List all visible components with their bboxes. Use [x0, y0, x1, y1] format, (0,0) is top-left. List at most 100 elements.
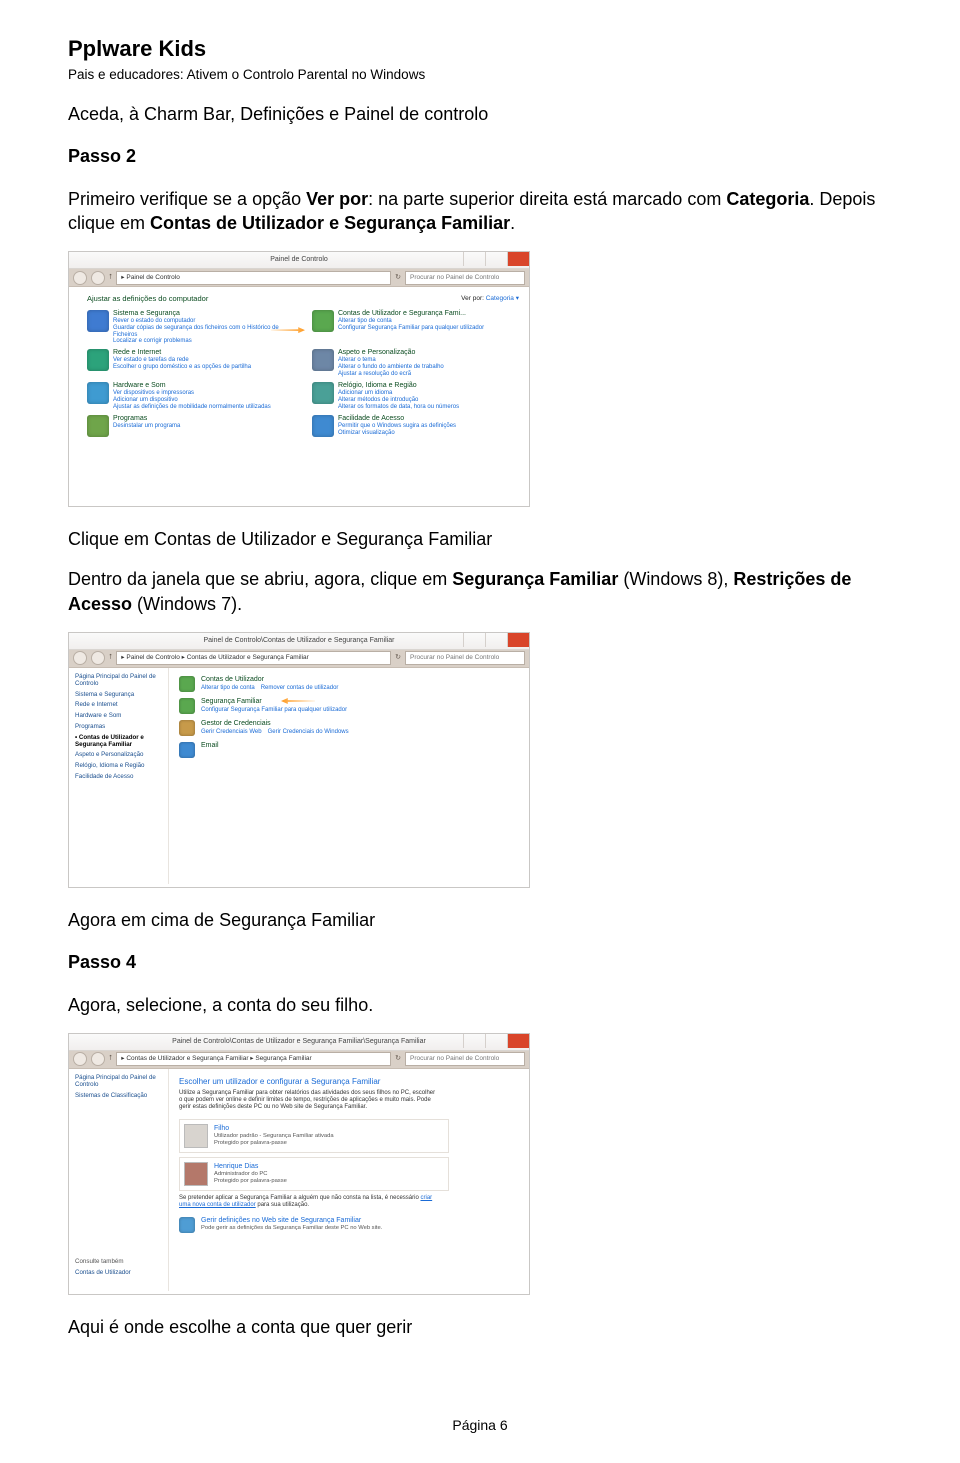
category-link[interactable]: Ver estado e tarefas da rede [113, 357, 251, 364]
refresh-icon[interactable]: ↻ [395, 1055, 401, 1063]
category-link[interactable]: Alterar os formatos de data, hora ou núm… [338, 404, 459, 411]
breadcrumb[interactable]: ▸ Contas de Utilizador e Segurança Famil… [116, 1052, 391, 1066]
category-icon [312, 415, 334, 437]
ua-item[interactable]: Segurança FamiliarConfigurar Segurança F… [179, 698, 519, 714]
view-by[interactable]: Ver por: Categoria ▾ [461, 295, 519, 304]
category-link[interactable]: Desinstalar um programa [113, 423, 180, 430]
up-icon[interactable]: ⭡ [109, 654, 112, 662]
category-icon [87, 382, 109, 404]
caption-2: Agora em cima de Segurança Familiar [68, 908, 892, 932]
category-link[interactable]: Ajustar as definições de mobilidade norm… [113, 404, 271, 411]
sidebar-item[interactable]: Facilidade de Acesso [75, 774, 162, 781]
sidebar-item[interactable]: Hardware e Som [75, 713, 162, 720]
sidebar-item[interactable]: Rede e Internet [75, 702, 162, 709]
ua-item[interactable]: Email [179, 742, 519, 758]
web-settings-row[interactable]: Gerir definições no Web site de Seguranç… [179, 1217, 459, 1233]
category-link[interactable]: Permitir que o Windows sugira as definiç… [338, 423, 456, 430]
category-title: Hardware e Som [113, 382, 271, 390]
ua-link[interactable]: Configurar Segurança Familiar para qualq… [201, 707, 347, 714]
p2-a: Primeiro verifique se a opção [68, 189, 306, 209]
search-input[interactable]: Procurar no Painel de Controlo [405, 271, 525, 285]
up-icon[interactable]: ⭡ [109, 274, 112, 282]
category-link[interactable]: Configurar Segurança Familiar para qualq… [338, 325, 484, 332]
window-title: Painel de Controlo\Contas de Utilizador … [172, 1038, 426, 1045]
category-item[interactable]: Sistema e SegurançaRever o estado do com… [87, 310, 294, 346]
ua-link[interactable]: Gerir Credenciais Web [201, 729, 262, 736]
ua-title: Contas de Utilizador [201, 676, 344, 684]
search-input[interactable]: Procurar no Painel de Controlo [405, 651, 525, 665]
window-title: Painel de Controlo [270, 256, 328, 263]
category-link[interactable]: Escolher o grupo doméstico e as opções d… [113, 364, 251, 371]
back-icon[interactable] [73, 271, 87, 285]
back-icon[interactable] [73, 1052, 87, 1066]
category-item[interactable]: Facilidade de AcessoPermitir que o Windo… [312, 415, 519, 437]
ua-item[interactable]: Contas de UtilizadorAlterar tipo de cont… [179, 676, 519, 692]
breadcrumb[interactable]: ▸ Painel de Controlo ▸ Contas de Utiliza… [116, 651, 391, 665]
category-item[interactable]: Aspeto e PersonalizaçãoAlterar o temaAlt… [312, 349, 519, 378]
category-link[interactable]: Alterar o fundo do ambiente de trabalho [338, 364, 444, 371]
ua-link[interactable]: Gerir Credenciais do Windows [268, 729, 349, 736]
avatar [184, 1124, 208, 1148]
p2-d: Categoria [726, 189, 809, 209]
category-link[interactable]: Alterar o tema [338, 357, 444, 364]
sidebar-item[interactable]: Sistemas de Classificação [75, 1093, 162, 1100]
page-footer: Página 6 [0, 1416, 960, 1435]
sidebar-item[interactable]: • Contas de Utilizador e Segurança Famil… [75, 735, 162, 749]
category-link[interactable]: Otimizar visualização [338, 430, 456, 437]
sidebar-item[interactable]: Página Principal do Painel de Controlo [75, 1075, 162, 1089]
step-2-heading: Passo 2 [68, 144, 892, 168]
category-link[interactable]: Ajustar a resolução do ecrã [338, 371, 444, 378]
category-item[interactable]: Rede e InternetVer estado e tarefas da r… [87, 349, 294, 378]
screenshot-user-accounts: Painel de Controlo\Contas de Utilizador … [68, 632, 530, 888]
ua-link[interactable]: Alterar tipo de conta [201, 685, 255, 692]
p3-c: (Windows 8), [618, 569, 733, 589]
category-link[interactable]: Guardar cópias de segurança dos ficheiro… [113, 325, 294, 339]
category-item[interactable]: ProgramasDesinstalar um programa [87, 415, 294, 437]
refresh-icon[interactable]: ↻ [395, 654, 401, 662]
ua-link[interactable]: Remover contas de utilizador [261, 685, 339, 692]
web-settings-sub: Pode gerir as definições da Segurança Fa… [201, 1225, 382, 1232]
category-link[interactable]: Alterar métodos de introdução [338, 397, 459, 404]
category-link[interactable]: Ver dispositivos e impressoras [113, 390, 271, 397]
ua-title: Email [201, 742, 219, 750]
p2-f: Contas de Utilizador e Segurança Familia… [150, 213, 510, 233]
refresh-icon[interactable]: ↻ [395, 274, 401, 282]
user-sub: Protegido por palavra-passe [214, 1140, 334, 1147]
category-link[interactable]: Adicionar um dispositivo [113, 397, 271, 404]
sidebar-item[interactable]: Página Principal do Painel de Controlo [75, 674, 162, 688]
forward-icon[interactable] [91, 1052, 105, 1066]
sidebar-item[interactable]: Aspeto e Personalização [75, 752, 162, 759]
fs-description: Utilize a Segurança Familiar para obter … [179, 1090, 439, 1111]
user-name: Filho [214, 1125, 334, 1133]
site-title: Pplware Kids [68, 34, 892, 64]
category-item[interactable]: Contas de Utilizador e Segurança Fami...… [312, 310, 519, 346]
breadcrumb[interactable]: ▸ Painel de Controlo [116, 271, 391, 285]
p3-b: Segurança Familiar [452, 569, 618, 589]
see-also-link[interactable]: Contas de Utilizador [75, 1270, 131, 1277]
user-row[interactable]: Henrique DiasAdministrador do PCProtegid… [179, 1157, 449, 1191]
back-icon[interactable] [73, 651, 87, 665]
forward-icon[interactable] [91, 651, 105, 665]
user-row[interactable]: FilhoUtilizador padrão - Segurança Famil… [179, 1119, 449, 1153]
category-title: Facilidade de Acesso [338, 415, 456, 423]
forward-icon[interactable] [91, 271, 105, 285]
p3-a: Dentro da janela que se abriu, agora, cl… [68, 569, 452, 589]
category-link[interactable]: Adicionar um idioma [338, 390, 459, 397]
category-link[interactable]: Localizar e corrigir problemas [113, 338, 294, 345]
sidebar-item[interactable]: Programas [75, 724, 162, 731]
window-buttons [463, 633, 529, 647]
user-sub: Protegido por palavra-passe [214, 1178, 287, 1185]
category-icon [312, 310, 334, 332]
category-link[interactable]: Alterar tipo de conta [338, 318, 484, 325]
sidebar-item[interactable]: Relógio, Idioma e Região [75, 763, 162, 770]
category-link[interactable]: Rever o estado do computador [113, 318, 294, 325]
sidebar-item[interactable]: Sistema e Segurança [75, 692, 162, 699]
category-item[interactable]: Hardware e SomVer dispositivos e impress… [87, 382, 294, 411]
window-titlebar: Painel de Controlo\Contas de Utilizador … [69, 1034, 529, 1051]
up-icon[interactable]: ⭡ [109, 1055, 112, 1063]
search-input[interactable]: Procurar no Painel de Controlo [405, 1052, 525, 1066]
category-item[interactable]: Relógio, Idioma e RegiãoAdicionar um idi… [312, 382, 519, 411]
user-sub: Administrador do PC [214, 1171, 287, 1178]
ua-item[interactable]: Gestor de CredenciaisGerir Credenciais W… [179, 720, 519, 736]
ua-icon [179, 720, 195, 736]
